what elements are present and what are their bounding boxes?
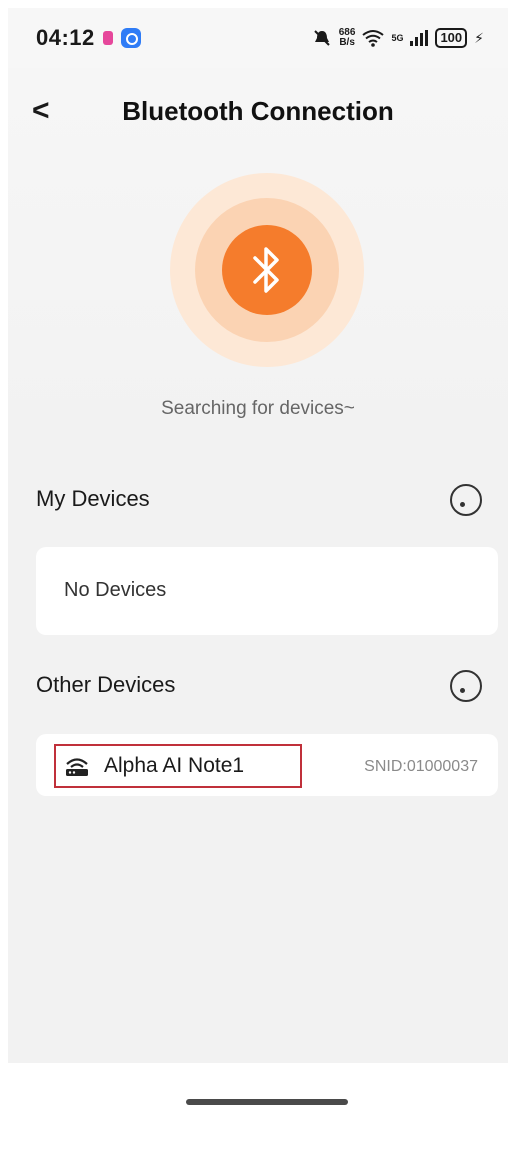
device-name: Alpha AI Note1 [104, 754, 245, 777]
router-icon [66, 758, 88, 776]
list-item[interactable]: Alpha AI Note1 SNID:01000037 [36, 734, 498, 796]
no-devices-text: No Devices [64, 579, 167, 601]
searching-status: Searching for devices~ [161, 398, 355, 419]
app-notification-icon-2 [120, 28, 141, 48]
home-indicator[interactable] [186, 1099, 348, 1105]
bluetooth-icon [253, 247, 279, 293]
network-speed-unit: B/s [339, 37, 355, 48]
cell-signal-icon [410, 30, 429, 46]
header-area: < Bluetooth Connection Searching for dev… [8, 68, 508, 448]
other-devices-refresh-icon[interactable] [450, 670, 482, 702]
signal-type: 5G [391, 33, 404, 43]
my-devices-card: No Devices [36, 547, 498, 635]
page-title: Bluetooth Connection [122, 96, 394, 126]
device-snid: SNID:01000037 [364, 758, 478, 775]
phone-screen: 04:12 686 B/s 5G 100 ⚡ < Bluetooth Conne… [8, 8, 508, 1142]
status-left: 04:12 [36, 25, 141, 51]
wifi-icon [362, 30, 385, 47]
battery-level: 100 [435, 28, 468, 48]
my-devices-title: My Devices [36, 486, 150, 511]
silent-bell-icon [314, 30, 330, 46]
status-right: 686 B/s 5G 100 ⚡ [312, 28, 484, 48]
network-speed: 686 B/s [339, 28, 356, 48]
other-devices-title: Other Devices [36, 672, 176, 697]
bluetooth-scan-button[interactable] [222, 225, 312, 315]
my-devices-refresh-icon[interactable] [450, 484, 482, 516]
status-bar: 04:12 686 B/s 5G 100 ⚡ [8, 8, 508, 68]
charging-icon: ⚡ [474, 29, 484, 46]
device-item-alpha-ai-note1[interactable]: Alpha AI Note1 [54, 744, 302, 788]
status-time: 04:12 [36, 25, 95, 50]
app-notification-icon [102, 31, 113, 45]
device-lists: My Devices No Devices Other Devices Alph… [8, 448, 508, 1063]
